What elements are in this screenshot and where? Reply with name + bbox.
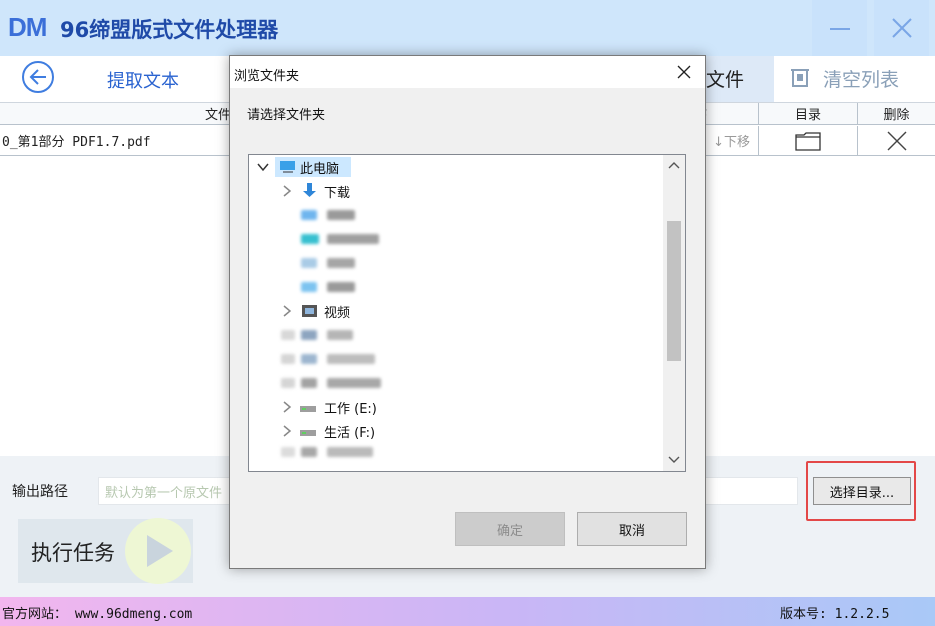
status-bar: 官方网站： www.96dmeng.com 版本号: 1.2.2.5: [0, 597, 935, 626]
video-icon: [302, 305, 317, 317]
dialog-title: 浏览文件夹: [234, 69, 300, 84]
computer-icon: [280, 161, 295, 173]
folder-tree: 此电脑 下载 视频 工作 (E:) 生活 (F:): [248, 154, 686, 472]
chevron-up-icon: [668, 162, 680, 169]
chevron-right-icon: [283, 425, 292, 437]
open-dir-button[interactable]: [759, 126, 858, 156]
chevron-right-icon: [283, 305, 292, 317]
run-task-label: 执行任务: [31, 541, 115, 565]
minimize-button[interactable]: [812, 0, 867, 56]
add-file-label: 文件: [706, 69, 745, 91]
dialog-close-button[interactable]: [670, 60, 698, 84]
drive-icon: [300, 406, 316, 412]
column-header-dir: 目录: [759, 103, 858, 125]
chevron-down-icon: [257, 163, 269, 172]
output-path-label: 输出路径: [12, 484, 68, 500]
browse-folder-dialog: 浏览文件夹 请选择文件夹 此电脑 下载 视频 工作 (E:) 生活 (F:) 确…: [229, 55, 706, 569]
drive-icon: [300, 430, 316, 436]
tree-item-hidden[interactable]: [249, 203, 661, 227]
tree-label-downloads: 下载: [324, 186, 351, 201]
dialog-title-bar: 浏览文件夹: [230, 56, 705, 88]
scrollbar-thumb[interactable]: [667, 221, 681, 361]
extract-text-button[interactable]: 提取文本: [107, 67, 179, 93]
close-button[interactable]: [874, 0, 929, 56]
column-header-delete: 删除: [858, 103, 935, 125]
trash-icon: [791, 69, 809, 87]
tree-item-hidden[interactable]: [249, 347, 661, 371]
tree-item-videos[interactable]: 视频: [249, 299, 661, 323]
download-icon: [303, 183, 316, 197]
play-icon: [125, 518, 191, 584]
tree-label-this-pc: 此电脑: [300, 162, 340, 177]
folder-icon: [795, 131, 821, 151]
tree-item-hidden[interactable]: [249, 443, 661, 467]
tree-item-this-pc[interactable]: 此电脑: [249, 155, 661, 179]
tree-item-drive-e[interactable]: 工作 (E:): [249, 395, 661, 419]
tree-label-drive-e: 工作 (E:): [324, 402, 377, 417]
tree-item-drive-f[interactable]: 生活 (F:): [249, 419, 661, 443]
chevron-down-icon: [668, 456, 680, 463]
tree-item-hidden[interactable]: [249, 323, 661, 347]
tree-item-hidden[interactable]: [249, 227, 661, 251]
clear-list-button[interactable]: 清空列表: [823, 65, 899, 92]
tree-item-hidden[interactable]: [249, 275, 661, 299]
official-site-text[interactable]: 官方网站： www.96dmeng.com: [2, 603, 192, 622]
dialog-prompt: 请选择文件夹: [247, 108, 326, 123]
tree-label-drive-f: 生活 (F:): [324, 426, 376, 441]
chevron-right-icon: [283, 185, 292, 197]
tree-scrollbar[interactable]: [663, 155, 685, 471]
select-directory-button[interactable]: 选择目录...: [813, 477, 911, 505]
tree-item-hidden[interactable]: [249, 251, 661, 275]
version-text: 版本号: 1.2.2.5: [780, 607, 890, 622]
app-logo: DM: [8, 12, 47, 42]
tree-item-downloads[interactable]: 下载: [249, 179, 661, 203]
ok-button[interactable]: 确定: [455, 512, 565, 546]
app-title: 96缔盟版式文件处理器: [60, 18, 279, 42]
minimize-icon: [829, 28, 850, 30]
delete-x-icon: [887, 131, 906, 150]
chevron-right-icon: [283, 401, 292, 413]
run-task-button[interactable]: 执行任务: [18, 518, 193, 584]
tree-item-hidden[interactable]: [249, 371, 661, 395]
delete-row-button[interactable]: [858, 126, 935, 156]
back-button[interactable]: [22, 61, 54, 93]
arrow-left-icon: [29, 69, 46, 85]
cancel-button[interactable]: 取消: [577, 512, 687, 546]
close-icon: [677, 65, 691, 79]
close-icon: [891, 18, 912, 38]
tree-label-videos: 视频: [324, 306, 351, 321]
title-bar: DM 96缔盟版式文件处理器: [0, 0, 935, 56]
